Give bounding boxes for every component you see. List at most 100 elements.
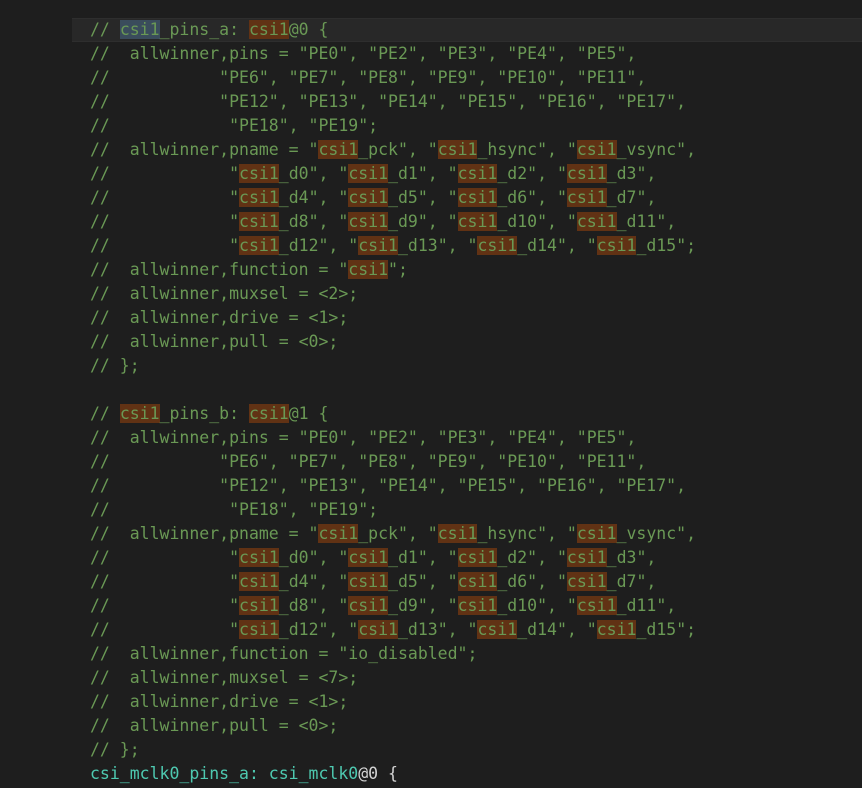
code-token: // "PE6", "PE7", "PE8", "PE9", "PE10", "… xyxy=(90,68,647,87)
code-line[interactable]: // "PE18", "PE19"; xyxy=(0,498,862,522)
search-match-highlight: csi1 xyxy=(576,524,617,543)
code-token: // }; xyxy=(90,740,140,759)
code-token: // "PE18", "PE19"; xyxy=(90,500,379,519)
code-line[interactable]: // "PE12", "PE13", "PE14", "PE15", "PE16… xyxy=(0,90,862,114)
code-token: // xyxy=(90,20,120,39)
code-token: csi_mclk0_pins_a: csi_mclk0 xyxy=(90,764,359,783)
code-token: // }; xyxy=(90,356,140,375)
code-token: _d13", " xyxy=(398,236,478,255)
search-match-highlight: csi1 xyxy=(239,620,279,639)
code-line[interactable]: // allwinner,pull = <0>; xyxy=(0,714,862,738)
search-match-highlight: csi1 xyxy=(576,140,617,159)
code-line[interactable]: // allwinner,muxsel = <2>; xyxy=(0,282,862,306)
search-match-highlight: csi1 xyxy=(348,188,389,207)
search-match-highlight: csi1 xyxy=(457,188,498,207)
code-token: _d6", " xyxy=(497,572,567,591)
code-line-current[interactable]: // csi1_pins_a: csi1@0 { xyxy=(0,18,862,42)
code-token: _pck", " xyxy=(358,140,438,159)
code-line[interactable]: // "csi1_d8", "csi1_d9", "csi1_d10", "cs… xyxy=(0,210,862,234)
selected-match-highlight: csi1 xyxy=(119,20,160,39)
code-token: // allwinner,pull = <0>; xyxy=(90,332,339,351)
code-token: _d15"; xyxy=(636,236,697,255)
code-token: _d15"; xyxy=(636,620,697,639)
code-token: _d8", " xyxy=(278,212,349,231)
code-token: _d14", " xyxy=(517,620,597,639)
code-token: @0 { xyxy=(358,764,398,783)
code-token: // " xyxy=(90,236,240,255)
code-line[interactable]: // "csi1_d12", "csi1_d13", "csi1_d14", "… xyxy=(0,618,862,642)
code-token: @1 { xyxy=(288,404,329,423)
code-line[interactable]: // "csi1_d12", "csi1_d13", "csi1_d14", "… xyxy=(0,234,862,258)
code-token: _d4", " xyxy=(278,188,349,207)
code-line[interactable]: // allwinner,function = "csi1"; xyxy=(0,258,862,282)
search-match-highlight: csi1 xyxy=(348,596,389,615)
search-match-highlight: csi1 xyxy=(239,572,279,591)
search-match-highlight: csi1 xyxy=(457,596,498,615)
code-token: _d8", " xyxy=(278,596,349,615)
code-line[interactable]: // "PE6", "PE7", "PE8", "PE9", "PE10", "… xyxy=(0,450,862,474)
code-line[interactable]: // allwinner,pname = "csi1_pck", "csi1_h… xyxy=(0,522,862,546)
search-match-highlight: csi1 xyxy=(348,260,389,279)
search-match-highlight: csi1 xyxy=(318,140,359,159)
code-editor[interactable]: // csi1_pins_a: csi1@0 {// allwinner,pin… xyxy=(0,0,862,788)
code-line[interactable]: // "PE6", "PE7", "PE8", "PE9", "PE10", "… xyxy=(0,66,862,90)
code-line[interactable]: // "csi1_d4", "csi1_d5", "csi1_d6", "csi… xyxy=(0,186,862,210)
code-line[interactable] xyxy=(0,378,862,402)
search-match-highlight: csi1 xyxy=(239,596,279,615)
code-token: // " xyxy=(90,212,240,231)
code-line[interactable]: // "csi1_d4", "csi1_d5", "csi1_d6", "csi… xyxy=(0,570,862,594)
code-line[interactable]: // "csi1_d0", "csi1_d1", "csi1_d2", "csi… xyxy=(0,546,862,570)
code-line[interactable]: // allwinner,pull = <0>; xyxy=(0,330,862,354)
search-match-highlight: csi1 xyxy=(566,164,607,183)
code-token: _d3", xyxy=(606,548,657,567)
search-match-highlight: csi1 xyxy=(348,164,389,183)
code-line[interactable]: // allwinner,function = "io_disabled"; xyxy=(0,642,862,666)
code-line[interactable]: // "PE12", "PE13", "PE14", "PE15", "PE16… xyxy=(0,474,862,498)
code-token: _d2", " xyxy=(497,164,567,183)
code-line[interactable]: // "PE18", "PE19"; xyxy=(0,114,862,138)
code-token: // allwinner,muxsel = <7>; xyxy=(90,668,359,687)
code-line[interactable]: // }; xyxy=(0,354,862,378)
search-match-highlight: csi1 xyxy=(248,20,289,39)
code-token: _d12", " xyxy=(278,620,359,639)
code-token: // " xyxy=(90,572,240,591)
code-token: // " xyxy=(90,620,240,639)
code-line[interactable]: // allwinner,pins = "PE0", "PE2", "PE3",… xyxy=(0,426,862,450)
search-match-highlight: csi1 xyxy=(596,620,637,639)
code-token: // xyxy=(90,404,120,423)
code-token: _vsync", xyxy=(616,140,697,159)
code-token: // allwinner,drive = <1>; xyxy=(90,692,349,711)
code-token: @0 { xyxy=(288,20,329,39)
code-line[interactable]: // allwinner,pins = "PE0", "PE2", "PE3",… xyxy=(0,42,862,66)
code-token: // allwinner,drive = <1>; xyxy=(90,308,349,327)
code-token: _d6", " xyxy=(497,188,567,207)
code-token: // " xyxy=(90,596,240,615)
search-match-highlight: csi1 xyxy=(348,548,389,567)
code-token: _d5", " xyxy=(388,572,458,591)
code-line[interactable]: // allwinner,drive = <1>; xyxy=(0,690,862,714)
code-line[interactable]: // "csi1_d8", "csi1_d9", "csi1_d10", "cs… xyxy=(0,594,862,618)
code-token: // allwinner,pins = "PE0", "PE2", "PE3",… xyxy=(90,428,637,447)
code-line[interactable]: csi_mclk0_pins_a: csi_mclk0@0 { xyxy=(0,762,862,786)
code-token: _d4", " xyxy=(278,572,349,591)
search-match-highlight: csi1 xyxy=(239,188,279,207)
code-line[interactable]: // allwinner,drive = <1>; xyxy=(0,306,862,330)
code-line[interactable]: // csi1_pins_b: csi1@1 { xyxy=(0,402,862,426)
code-token: _pins_b: xyxy=(159,404,249,423)
code-token: // allwinner,pull = <0>; xyxy=(90,716,339,735)
code-token: _d7", xyxy=(606,572,657,591)
code-token: // allwinner,pname = " xyxy=(90,140,319,159)
code-line[interactable]: // allwinner,muxsel = <7>; xyxy=(0,666,862,690)
code-token: _d5", " xyxy=(388,188,458,207)
code-line[interactable]: // allwinner,pname = "csi1_pck", "csi1_h… xyxy=(0,138,862,162)
search-match-highlight: csi1 xyxy=(457,164,498,183)
code-line[interactable]: // "csi1_d0", "csi1_d1", "csi1_d2", "csi… xyxy=(0,162,862,186)
code-token: // allwinner,function = "io_disabled"; xyxy=(90,644,478,663)
code-token: _d10", " xyxy=(497,596,577,615)
code-token: _d3", xyxy=(606,164,657,183)
search-match-highlight: csi1 xyxy=(248,404,289,423)
code-token: _d2", " xyxy=(497,548,567,567)
code-lines[interactable]: // csi1_pins_a: csi1@0 {// allwinner,pin… xyxy=(0,18,862,786)
code-line[interactable]: // }; xyxy=(0,738,862,762)
search-match-highlight: csi1 xyxy=(437,140,478,159)
